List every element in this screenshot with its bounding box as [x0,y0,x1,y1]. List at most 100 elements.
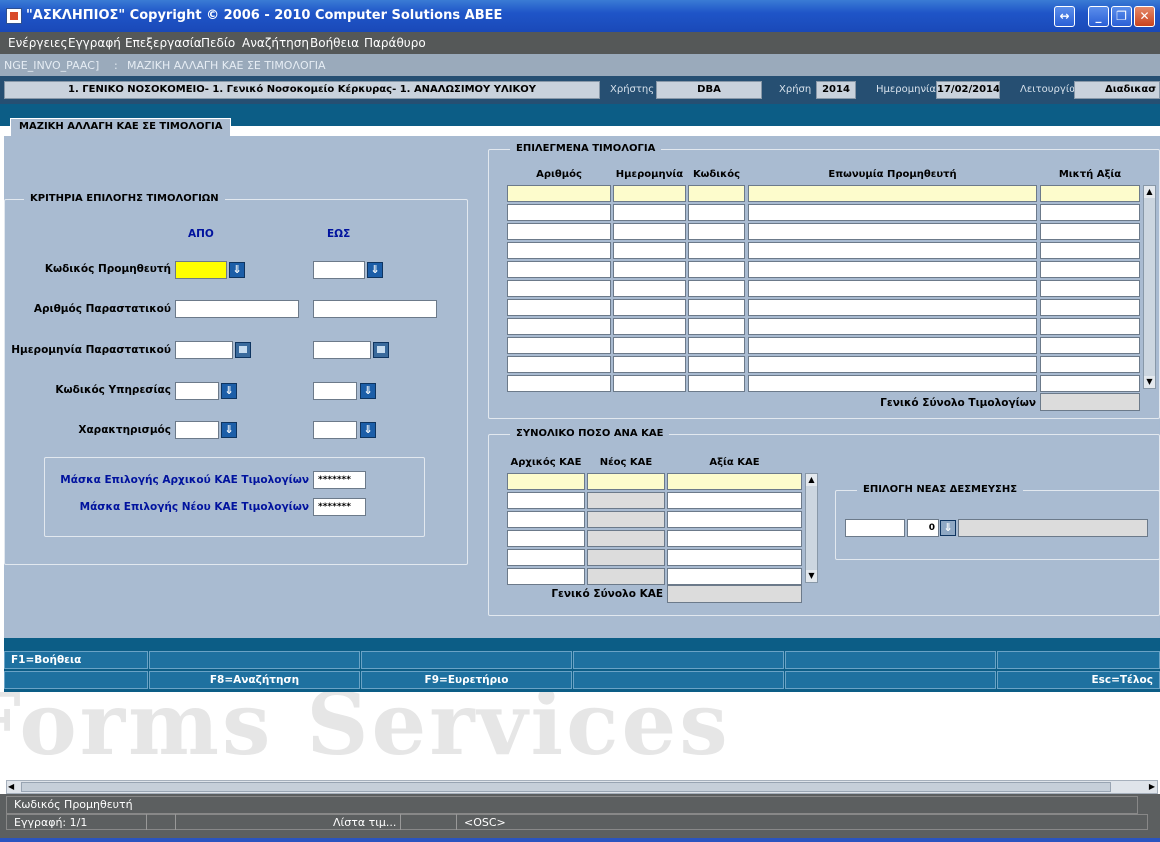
horizontal-scrollbar[interactable]: ◀ ▶ [6,780,1158,794]
menu-help[interactable]: Βοήθεια [310,36,359,50]
row-value-cell[interactable] [1040,375,1140,392]
row-supplier-cell[interactable] [748,280,1037,297]
document-number-to-input[interactable] [313,300,437,318]
calendar-to-icon[interactable] [373,342,389,358]
characterization-from-lov-icon[interactable]: ⇓ [221,422,237,438]
mask-new-input[interactable]: ******* [313,498,366,516]
scroll-right-icon[interactable]: ▶ [1149,782,1155,791]
invoices-scrollbar[interactable]: ▲ ▼ [1143,185,1156,389]
supplier-from-lov-icon[interactable]: ⇓ [229,262,245,278]
document-number-from-input[interactable] [175,300,299,318]
row-supplier-cell[interactable] [748,242,1037,259]
row-date-cell[interactable] [613,280,686,297]
row-number-cell[interactable] [507,280,611,297]
row-supplier-cell[interactable] [748,185,1037,202]
supplier-code-from-input[interactable] [175,261,227,279]
row-supplier-cell[interactable] [748,204,1037,221]
row-number-cell[interactable] [507,261,611,278]
scroll-left-icon[interactable]: ◀ [8,782,14,791]
row-value-cell[interactable] [1040,356,1140,373]
row-new-kae-cell[interactable] [587,492,665,509]
row-number-cell[interactable] [507,318,611,335]
row-code-cell[interactable] [688,356,745,373]
row-supplier-cell[interactable] [748,356,1037,373]
row-value-cell[interactable] [1040,318,1140,335]
row-supplier-cell[interactable] [748,261,1037,278]
row-date-cell[interactable] [613,299,686,316]
menu-actions[interactable]: Ενέργειες [8,36,68,50]
row-code-cell[interactable] [688,375,745,392]
row-original-kae-cell[interactable] [507,511,585,528]
row-value-cell[interactable] [1040,280,1140,297]
kae-scroll-up-icon[interactable]: ▲ [806,474,817,486]
row-value-cell[interactable] [1040,299,1140,316]
calendar-from-icon[interactable] [235,342,251,358]
row-code-cell[interactable] [688,185,745,202]
row-date-cell[interactable] [613,223,686,240]
row-new-kae-cell[interactable] [587,473,665,490]
supplier-code-to-input[interactable] [313,261,365,279]
row-number-cell[interactable] [507,204,611,221]
row-date-cell[interactable] [613,185,686,202]
resize-icon[interactable]: ↔ [1054,6,1075,27]
commitment-lov-icon[interactable]: ⇓ [940,520,956,536]
row-code-cell[interactable] [688,261,745,278]
row-kae-value-cell[interactable] [667,530,802,547]
row-value-cell[interactable] [1040,223,1140,240]
row-value-cell[interactable] [1040,185,1140,202]
row-number-cell[interactable] [507,242,611,259]
row-kae-value-cell[interactable] [667,549,802,566]
kae-scrollbar[interactable]: ▲ ▼ [805,473,818,583]
row-value-cell[interactable] [1040,337,1140,354]
close-button[interactable]: ✕ [1134,6,1155,27]
row-number-cell[interactable] [507,337,611,354]
row-new-kae-cell[interactable] [587,511,665,528]
service-to-lov-icon[interactable]: ⇓ [360,383,376,399]
row-code-cell[interactable] [688,299,745,316]
row-supplier-cell[interactable] [748,223,1037,240]
row-supplier-cell[interactable] [748,318,1037,335]
tab-mass-change[interactable]: ΜΑΖΙΚΗ ΑΛΛΑΓΗ ΚΑΕ ΣΕ ΤΙΜΟΛΟΓΙΑ [10,118,232,136]
row-date-cell[interactable] [613,337,686,354]
minimize-button[interactable]: _ [1088,6,1109,27]
characterization-to-lov-icon[interactable]: ⇓ [360,422,376,438]
row-number-cell[interactable] [507,375,611,392]
row-code-cell[interactable] [688,204,745,221]
row-original-kae-cell[interactable] [507,492,585,509]
row-new-kae-cell[interactable] [587,549,665,566]
row-code-cell[interactable] [688,223,745,240]
row-code-cell[interactable] [688,337,745,354]
row-number-cell[interactable] [507,356,611,373]
esc-exit-key[interactable]: Esc=Τέλος [997,671,1160,689]
f9-index-key[interactable]: F9=Ευρετήριο [361,671,572,689]
menu-search[interactable]: Αναζήτηση [242,36,309,50]
row-supplier-cell[interactable] [748,337,1037,354]
commitment-number-input[interactable]: 0 [907,519,939,537]
row-date-cell[interactable] [613,261,686,278]
row-value-cell[interactable] [1040,261,1140,278]
menu-record[interactable]: Εγγραφή [68,36,121,50]
document-date-from-input[interactable] [175,341,233,359]
menu-field[interactable]: Πεδίο [201,36,235,50]
f8-search-key[interactable]: F8=Αναζήτηση [149,671,360,689]
row-supplier-cell[interactable] [748,375,1037,392]
row-original-kae-cell[interactable] [507,473,585,490]
characterization-to-input[interactable] [313,421,357,439]
row-original-kae-cell[interactable] [507,568,585,585]
horizontal-scroll-thumb[interactable] [21,782,1111,792]
row-supplier-cell[interactable] [748,299,1037,316]
service-code-from-input[interactable] [175,382,219,400]
row-date-cell[interactable] [613,204,686,221]
row-kae-value-cell[interactable] [667,568,802,585]
scroll-down-icon[interactable]: ▼ [1144,376,1155,388]
row-number-cell[interactable] [507,299,611,316]
row-new-kae-cell[interactable] [587,530,665,547]
scroll-up-icon[interactable]: ▲ [1144,186,1155,198]
kae-scroll-down-icon[interactable]: ▼ [806,570,817,582]
supplier-to-lov-icon[interactable]: ⇓ [367,262,383,278]
characterization-from-input[interactable] [175,421,219,439]
row-date-cell[interactable] [613,375,686,392]
service-code-to-input[interactable] [313,382,357,400]
row-kae-value-cell[interactable] [667,511,802,528]
f1-help-key[interactable]: F1=Βοήθεια [4,651,148,669]
